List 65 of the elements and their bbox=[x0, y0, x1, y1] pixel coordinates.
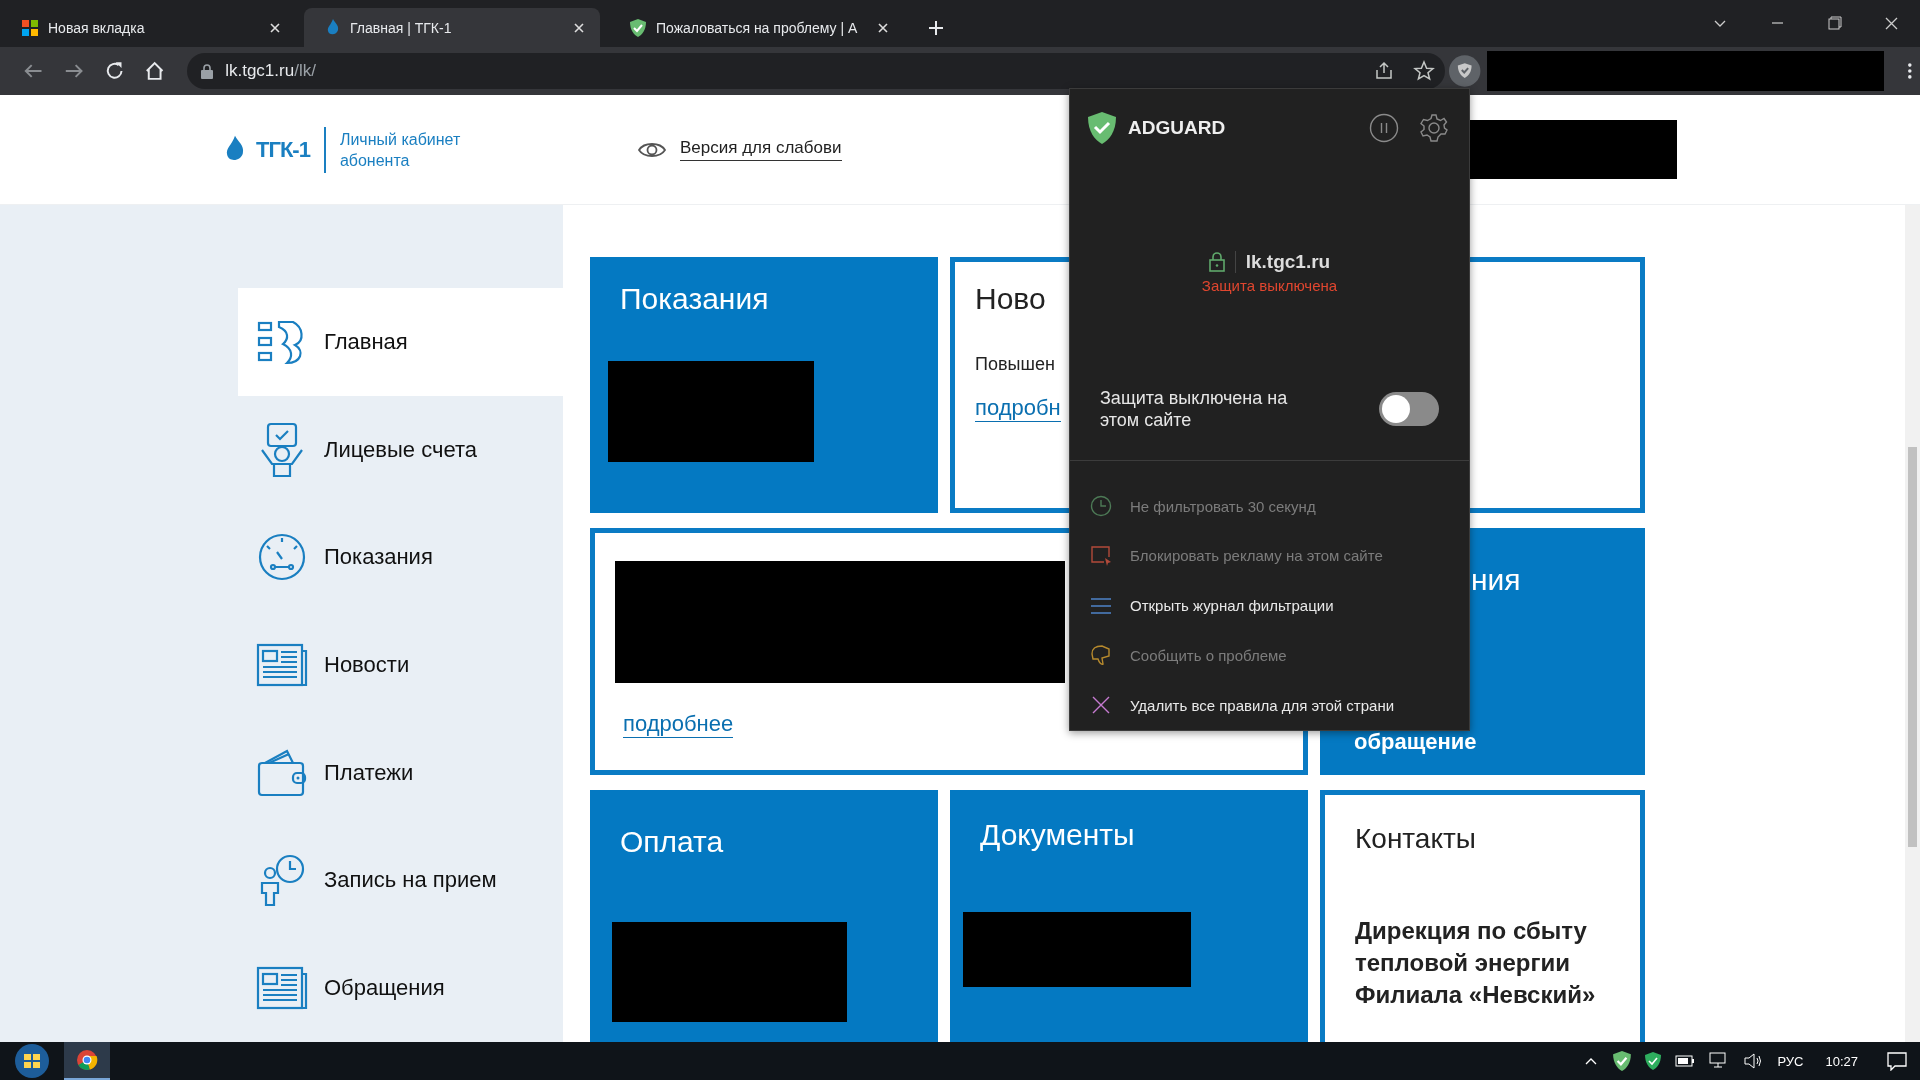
browser-tab[interactable]: Новая вкладка bbox=[0, 8, 296, 47]
sidebar-item[interactable]: Новости bbox=[238, 611, 563, 719]
tile-card[interactable]: Контакты Дирекция по сбыту тепловой энергии Филиала «Невский» bbox=[1320, 790, 1645, 1042]
newspaper-icon bbox=[256, 643, 308, 687]
settings-icon[interactable] bbox=[1419, 112, 1449, 143]
cursor-frame-icon bbox=[1090, 545, 1112, 567]
language-indicator[interactable]: РУС bbox=[1777, 1053, 1804, 1069]
lock-icon bbox=[1208, 251, 1225, 272]
brand-name: ADGUARD bbox=[1128, 116, 1227, 139]
lock-icon bbox=[201, 63, 214, 79]
shield-extension-icon[interactable] bbox=[1449, 55, 1481, 87]
scrollbar[interactable] bbox=[1905, 205, 1920, 1042]
address-field[interactable]: lk.tgc1.ru/lk/ bbox=[187, 53, 1446, 89]
shield-check-icon[interactable] bbox=[1613, 1051, 1632, 1071]
pause-icon[interactable] bbox=[1369, 112, 1399, 143]
eye-icon bbox=[638, 140, 666, 159]
browser-logo-icon bbox=[76, 1049, 98, 1071]
start-button-icon[interactable] bbox=[12, 1043, 52, 1079]
sidebar-item[interactable]: Платежи bbox=[238, 718, 563, 827]
tile-title: Показания bbox=[620, 282, 769, 316]
thumbs-down-icon bbox=[1090, 644, 1112, 667]
tile-card[interactable]: Показания bbox=[590, 257, 938, 513]
notifications-icon[interactable] bbox=[1886, 1051, 1908, 1071]
clock-icon bbox=[1090, 495, 1112, 518]
shield-check-icon bbox=[630, 18, 646, 37]
sidebar-item[interactable]: Главная bbox=[238, 288, 563, 396]
protection-status: Защита выключена bbox=[1201, 276, 1338, 294]
windows-logo-icon bbox=[22, 19, 38, 36]
wallet-icon bbox=[256, 748, 308, 797]
tile-text: Повышен bbox=[975, 354, 1055, 375]
tile-card[interactable]: Документы bbox=[950, 790, 1308, 1042]
sidebar-item[interactable]: Лицевые счета bbox=[238, 395, 563, 504]
gauge-icon bbox=[256, 532, 308, 583]
tile-title: Документы bbox=[980, 818, 1135, 852]
browser-taskbar-button[interactable] bbox=[64, 1042, 110, 1080]
battery-icon[interactable] bbox=[1675, 1054, 1696, 1068]
shield-icon[interactable] bbox=[1645, 1052, 1662, 1070]
url-text: lk.tgc1.ru/lk/ bbox=[225, 61, 317, 81]
browser-tab[interactable]: Главная | ТГК-1 bbox=[304, 8, 600, 47]
tile-text: Дирекция по сбыту тепловой энергии Филиала «Невский» bbox=[1355, 916, 1597, 1010]
more-link[interactable]: подробн bbox=[975, 395, 1061, 422]
tile-title: ния bbox=[1471, 563, 1521, 597]
clock-time[interactable]: 10:27 bbox=[1825, 1053, 1858, 1069]
low-vision-link[interactable]: Версия для слабови bbox=[680, 138, 842, 161]
sidebar-item[interactable]: Запись на прием bbox=[238, 826, 563, 935]
flame-icon bbox=[326, 18, 340, 37]
newspaper-icon bbox=[256, 966, 308, 1011]
sidebar-item[interactable]: Обращения bbox=[238, 934, 563, 1042]
shield-check-icon bbox=[1088, 111, 1116, 144]
logo-caption: Личный кабинет абонента bbox=[339, 129, 462, 171]
tile-title: Контакты bbox=[1355, 823, 1476, 855]
tile-title: Ново bbox=[975, 282, 1046, 316]
tile-text: обращение bbox=[1354, 729, 1477, 755]
tile-card[interactable]: Оплата bbox=[590, 790, 938, 1042]
star-icon[interactable] bbox=[1413, 60, 1436, 82]
volume-icon[interactable] bbox=[1743, 1052, 1764, 1070]
toggle-label: Защита выключена на этом сайте bbox=[1100, 386, 1289, 431]
logo-text: ТГК-1 bbox=[256, 136, 310, 163]
browser-tab[interactable]: Пожаловаться на проблему | A bbox=[608, 8, 904, 47]
new-tab-icon[interactable] bbox=[926, 18, 946, 38]
tile-title: Оплата bbox=[620, 825, 724, 859]
site-domain: lk.tgc1.ru bbox=[1245, 250, 1331, 273]
sidebar-item[interactable]: Показания bbox=[238, 503, 563, 612]
more-link[interactable]: подробнее bbox=[623, 711, 734, 738]
protection-toggle[interactable] bbox=[1379, 391, 1439, 426]
